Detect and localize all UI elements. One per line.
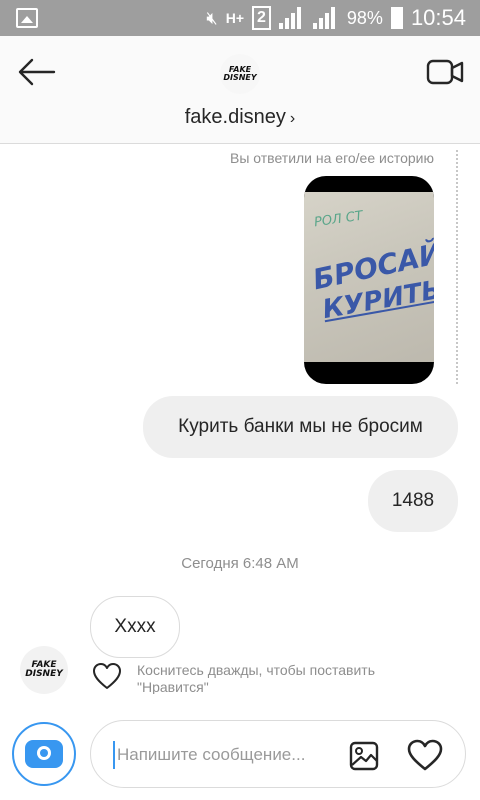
signal-icon xyxy=(278,7,305,29)
story-image: РОЛ СТ БРОСАЙ КУРИТЬ! xyxy=(304,192,434,362)
heart-outline-icon[interactable] xyxy=(92,662,122,690)
camera-icon xyxy=(25,740,63,768)
conversation-title[interactable]: fake.disney › xyxy=(0,106,480,129)
video-call-icon[interactable] xyxy=(426,58,464,86)
graffiti-text-top: РОЛ СТ xyxy=(313,208,364,231)
sender-logo: FAKE DISNEY xyxy=(25,660,63,679)
gallery-icon[interactable] xyxy=(349,741,379,771)
camera-button[interactable] xyxy=(12,722,76,786)
network-type: H+ xyxy=(225,10,244,26)
profile-logo: FAKE DISNEY xyxy=(223,65,257,82)
avatar[interactable]: FAKE DISNEY xyxy=(220,54,260,94)
message-timestamp: Сегодня 6:48 AM xyxy=(181,555,299,572)
message-bubble-outgoing[interactable]: 1488 xyxy=(368,470,458,532)
heart-icon[interactable] xyxy=(407,739,443,771)
story-reply-note: Вы ответили на его/ее историю xyxy=(230,150,434,166)
reply-divider xyxy=(456,150,458,384)
chat-header: FAKE DISNEY fake.disney › xyxy=(0,36,480,144)
message-bubble-incoming[interactable]: Хххх xyxy=(90,596,180,658)
message-composer xyxy=(0,708,480,800)
gallery-notification-icon xyxy=(16,8,38,28)
clock: 10:54 xyxy=(410,5,466,30)
sim-indicator: 2 xyxy=(252,6,271,30)
chevron-right-icon: › xyxy=(289,110,296,127)
story-thumbnail[interactable]: РОЛ СТ БРОСАЙ КУРИТЬ! xyxy=(304,176,434,384)
battery-percent: 98% xyxy=(346,7,383,28)
message-input-container xyxy=(90,720,466,788)
status-bar: 🔇︎ H+ 2 98% 10:54 xyxy=(0,0,480,36)
status-icons: 🔇︎ H+ 2 98% 10:54 xyxy=(206,0,466,36)
back-arrow-icon[interactable] xyxy=(16,58,56,86)
signal-icon-2 xyxy=(312,7,339,29)
message-bubble-outgoing[interactable]: Курить банки мы не бросим xyxy=(143,396,458,458)
battery-icon xyxy=(390,7,403,29)
mute-icon: 🔇︎ xyxy=(206,7,218,28)
sender-avatar[interactable]: FAKE DISNEY xyxy=(20,646,68,694)
double-tap-like-hint: Коснитесь дважды, чтобы поставить "Нрави… xyxy=(137,662,376,694)
message-input[interactable] xyxy=(113,741,319,769)
username: fake.disney xyxy=(184,106,286,128)
